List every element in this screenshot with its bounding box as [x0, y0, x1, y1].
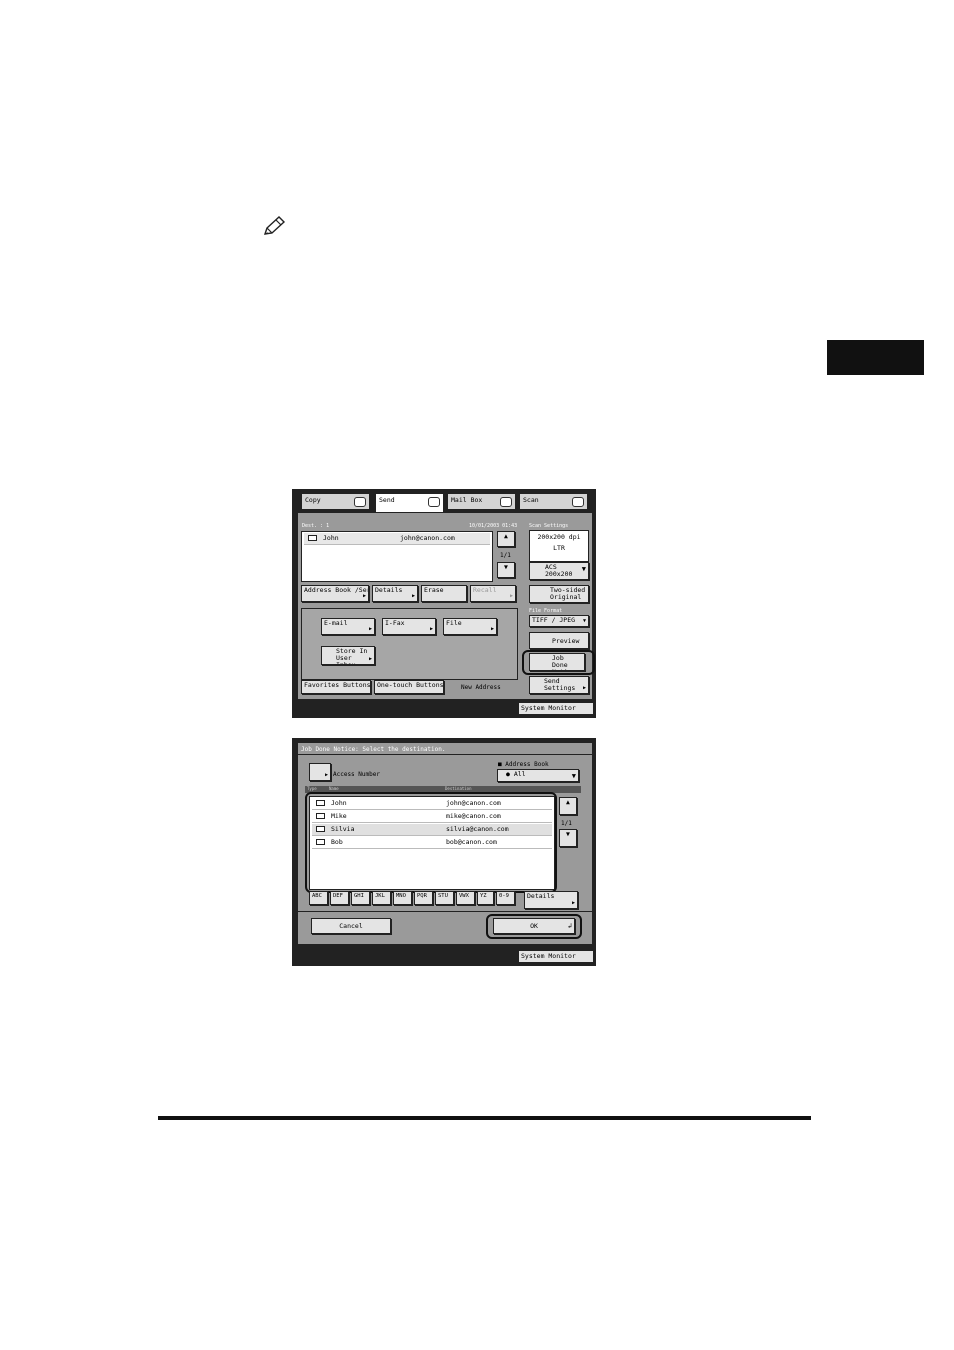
details-button[interactable]: Details ▶ — [524, 891, 578, 909]
system-monitor-button[interactable]: System Monitor — [518, 950, 594, 963]
dest-label: Dest. : 1 — [302, 523, 330, 529]
scroll-up-button[interactable]: ▲ — [559, 797, 577, 815]
favorites-buttons-tab[interactable]: Favorites Buttons — [301, 680, 371, 694]
tab-send[interactable]: Send — [375, 493, 444, 513]
job-done-notice-screen: Job Done Notice: Select the destination.… — [292, 738, 596, 966]
access-number-label: Access Number — [333, 771, 380, 778]
ifax-button[interactable]: I-Fax ▶ — [382, 618, 436, 635]
index-key-def[interactable]: DEF — [330, 891, 349, 905]
scroll-up-button[interactable]: ▲ — [497, 531, 515, 547]
cancel-button[interactable]: Cancel — [311, 918, 391, 934]
column-name: Name — [329, 786, 339, 791]
address-book-label: ■ Address Book — [498, 761, 549, 768]
scan-settings-title: Scan Settings — [529, 523, 569, 529]
index-key-jkl[interactable]: JKL — [372, 891, 391, 905]
chapter-tab — [827, 340, 924, 375]
erase-button[interactable]: Erase — [421, 585, 467, 602]
destination-list: John john@canon.com — [301, 531, 493, 582]
note-pencil-icon — [263, 216, 286, 235]
one-touch-buttons-tab[interactable]: One-touch Buttons — [374, 680, 444, 694]
highlight-ring — [305, 792, 557, 893]
scroll-down-button[interactable]: ▼ — [559, 829, 577, 847]
details-button[interactable]: Details ▶ — [372, 585, 418, 602]
file-format-title: File Format — [529, 608, 563, 614]
column-type: Type — [307, 786, 317, 791]
send-settings-button[interactable]: Send Settings ▶ — [529, 676, 589, 694]
two-sided-button[interactable]: Two-sided Original — [529, 585, 589, 603]
tab-scan[interactable]: Scan — [519, 493, 588, 510]
preview-button[interactable]: Preview — [529, 632, 589, 649]
scroll-down-button[interactable]: ▼ — [497, 562, 515, 578]
tab-copy[interactable]: Copy — [301, 493, 370, 510]
index-key-pqr[interactable]: PQR — [414, 891, 433, 905]
address-book-button[interactable]: Address Book /Server▶ — [301, 585, 369, 602]
page-indicator: 1/1 — [500, 552, 511, 559]
file-format-select[interactable]: TIFF / JPEG ▼ — [529, 615, 589, 627]
index-key-ghi[interactable]: GHI — [351, 891, 370, 905]
page-indicator: 1/1 — [561, 820, 572, 827]
color-mode-select[interactable]: ACS 200x200 ▼ — [529, 562, 589, 580]
email-button[interactable]: E-mail ▶ — [321, 618, 375, 635]
access-number-button[interactable]: ▶ — [309, 763, 331, 781]
dialog-title: Job Done Notice: Select the destination. — [301, 746, 446, 753]
index-key-stu[interactable]: STU — [435, 891, 454, 905]
recall-button[interactable]: Recall ▶ — [470, 585, 516, 602]
highlight-ring — [522, 650, 595, 675]
index-key-mno[interactable]: MNO — [393, 891, 412, 905]
index-key-0-9[interactable]: 0-9 — [496, 891, 515, 905]
footer-rule — [158, 1116, 811, 1120]
scan-settings-panel: 200x200 dpi LTR — [529, 530, 589, 562]
tab-mail-box[interactable]: Mail Box — [447, 493, 516, 510]
index-key-abc[interactable]: ABC — [309, 891, 328, 905]
datetime: 10/01/2003 01:43 — [469, 523, 518, 529]
new-address-tab[interactable]: New Address — [461, 684, 501, 691]
send-screen: Copy Send Mail Box Scan Dest. : 1 10/01/… — [292, 489, 596, 718]
highlight-ring — [486, 914, 582, 939]
address-book-select[interactable]: ● All ▼ — [497, 769, 579, 782]
column-destination: Destination — [445, 786, 472, 791]
mail-icon — [308, 535, 317, 541]
list-item[interactable]: John john@canon.com — [304, 533, 490, 545]
index-key-vwx[interactable]: VWX — [456, 891, 475, 905]
store-inbox-button[interactable]: Store In User Inbox ▶ — [321, 646, 375, 665]
system-monitor-button[interactable]: System Monitor — [518, 702, 594, 715]
file-button[interactable]: File ▶ — [443, 618, 497, 635]
index-key-yz[interactable]: YZ — [477, 891, 494, 905]
